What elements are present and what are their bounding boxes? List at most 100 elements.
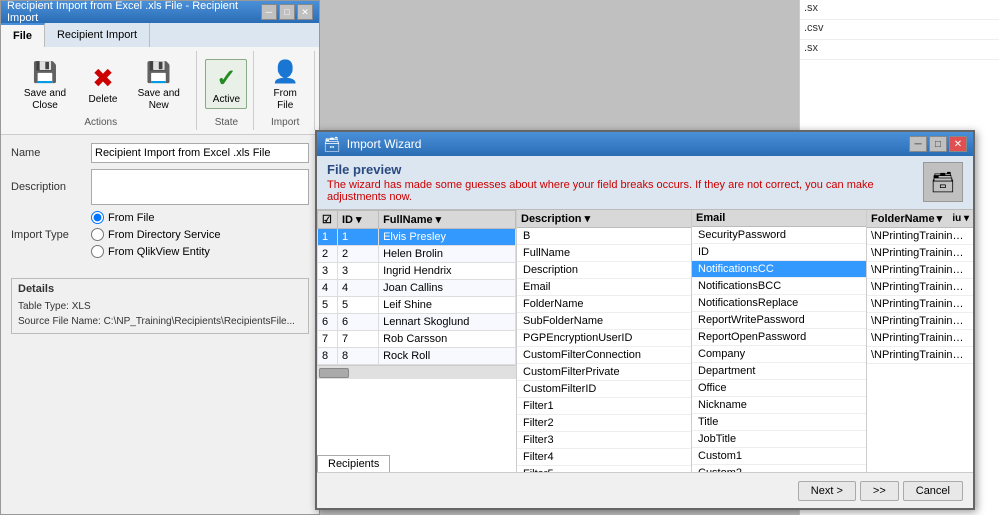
ribbon: File Recipient Import 💾 Save and Close ✖… [1,23,319,135]
tab-recipient-import[interactable]: Recipient Import [45,23,150,47]
row-fullname: Lennart Skoglund [379,314,516,331]
wizard-maximize-btn[interactable]: □ [929,136,947,152]
table-row[interactable]: 8 8 Rock Roll [318,348,516,365]
close-btn[interactable]: ✕ [297,4,313,20]
right-dropdown-item[interactable]: NotificationsCC [692,261,866,278]
save-close-button[interactable]: 💾 Save and Close [11,53,79,115]
wizard-minimize-btn[interactable]: ─ [909,136,927,152]
left-dropdown-header: Description ▾ [517,210,691,228]
description-label: Description [11,181,91,193]
save-new-icon: 💾 [143,56,175,88]
right-dropdown-header: Email [692,210,866,227]
right-dropdown-item[interactable]: Title [692,414,866,431]
wizard-tab-bar: Recipients [317,455,390,472]
table-row[interactable]: 1 1 Elvis Presley [318,229,516,246]
delete-button[interactable]: ✖ Delete [83,59,123,109]
active-label: Active [213,94,240,106]
right-dropdown-item[interactable]: NotificationsBCC [692,278,866,295]
table-row[interactable]: 5 5 Leif Shine [318,297,516,314]
left-dropdown-items: BFullNameDescriptionEmailFolderNameSubFo… [517,228,691,483]
maximize-btn[interactable]: □ [279,4,295,20]
row-id: 2 [338,246,379,263]
row-num: 1 [318,229,338,246]
row-id: 4 [338,280,379,297]
description-input[interactable] [91,169,309,205]
row-id: 3 [338,263,379,280]
main-window-title: Recipient Import from Excel .xls File - … [7,0,261,24]
scrollbar-thumb[interactable] [319,368,349,378]
next-button[interactable]: Next > [798,481,856,501]
left-dropdown-item[interactable]: B [517,228,691,245]
left-dropdown-item[interactable]: Filter4 [517,449,691,466]
import-type-options: From File From Directory Service From Ql… [91,211,220,258]
bg-row-3: .sx [800,40,999,60]
left-dropdown-item[interactable]: CustomFilterConnection [517,347,691,364]
col-id: ID ▾ [338,211,379,229]
details-line1: Table Type: XLS [18,299,302,314]
wizard-tab-recipients[interactable]: Recipients [317,455,390,472]
left-dropdown-item[interactable]: CustomFilterID [517,381,691,398]
left-dropdown-item[interactable]: Filter3 [517,432,691,449]
ribbon-group-state: ✓ Active State [199,51,254,130]
row-fullname: Elvis Presley [379,229,516,246]
left-dropdown-item[interactable]: Email [517,279,691,296]
right-dropdown-item[interactable]: JobTitle [692,431,866,448]
right-dropdown-item[interactable]: Company [692,346,866,363]
save-new-button[interactable]: 💾 Save and New [127,53,190,115]
right-dropdown-item[interactable]: ReportOpenPassword [692,329,866,346]
active-button[interactable]: ✓ Active [205,59,247,109]
left-dropdown-item[interactable]: FolderName [517,296,691,313]
cancel-button[interactable]: Cancel [903,481,963,501]
right-dropdown-item[interactable]: Nickname [692,397,866,414]
row-num: 5 [318,297,338,314]
row-id: 8 [338,348,379,365]
table-row[interactable]: 6 6 Lennart Skoglund [318,314,516,331]
left-dropdown-item[interactable]: SubFolderName [517,313,691,330]
wizard-body: ☑ ID ▾ FullName ▾ 1 1 Elvis Presley 2 2 … [317,210,973,496]
left-dropdown-item[interactable]: Description [517,262,691,279]
import-type-row: Import Type From File From Directory Ser… [11,211,309,258]
left-dropdown-item[interactable]: CustomFilterPrivate [517,364,691,381]
wizard-close-btn[interactable]: ✕ [949,136,967,152]
description-row: Description [11,169,309,205]
radio-from-qlikview[interactable]: From QlikView Entity [91,245,220,258]
left-dropdown-item[interactable]: Filter2 [517,415,691,432]
table-row[interactable]: 3 3 Ingrid Hendrix [318,263,516,280]
left-dropdown-item[interactable]: Filter1 [517,398,691,415]
right-dropdown-item[interactable]: Office [692,380,866,397]
radio-from-directory[interactable]: From Directory Service [91,228,220,241]
right-dropdown-item[interactable]: Department [692,363,866,380]
next-next-button[interactable]: >> [860,481,899,501]
left-dropdown-item[interactable]: PGPEncryptionUserID [517,330,691,347]
radio-from-file[interactable]: From File [91,211,220,224]
from-file-label: From File [267,88,303,112]
data-table: ☑ ID ▾ FullName ▾ 1 1 Elvis Presley 2 2 … [317,210,516,365]
folder-item: \NPrintingTraining\PersonalF R [867,330,973,347]
actions-buttons: 💾 Save and Close ✖ Delete 💾 Save and New [11,53,190,115]
row-fullname: Ingrid Hendrix [379,263,516,280]
right-dropdown-item[interactable]: Custom1 [692,448,866,465]
name-input[interactable] [91,143,309,163]
main-title-bar: Recipient Import from Excel .xls File - … [1,1,319,23]
data-table-container: ☑ ID ▾ FullName ▾ 1 1 Elvis Presley 2 2 … [317,210,517,496]
left-dropdown-item[interactable]: FullName [517,245,691,262]
details-title: Details [18,283,302,295]
wizard-window: 🗃 Import Wizard ─ □ ✕ 🗃 File preview The… [315,130,975,510]
folder-item: \NPrintingTraining\PersonalF Lo [867,313,973,330]
table-row[interactable]: 2 2 Helen Brolin [318,246,516,263]
right-dropdown-item[interactable]: NotificationsReplace [692,295,866,312]
form-area: Name Description Import Type From File F… [1,135,319,272]
table-row[interactable]: 7 7 Rob Carsson [318,331,516,348]
right-dropdown-item[interactable]: ReportWritePassword [692,312,866,329]
minimize-btn[interactable]: ─ [261,4,277,20]
table-row[interactable]: 4 4 Joan Callins [318,280,516,297]
right-dropdown-item[interactable]: ID [692,244,866,261]
folder-item: \NPrintingTraining\PersonalF Le [867,296,973,313]
from-file-button[interactable]: 👤 From File [262,53,308,115]
table-scrollbar[interactable] [317,365,516,379]
details-section: Details Table Type: XLS Source File Name… [11,278,309,334]
tab-file[interactable]: File [1,23,45,47]
right-dropdown-item[interactable]: SecurityPassword [692,227,866,244]
row-id: 5 [338,297,379,314]
ribbon-group-actions: 💾 Save and Close ✖ Delete 💾 Save and New… [5,51,197,130]
